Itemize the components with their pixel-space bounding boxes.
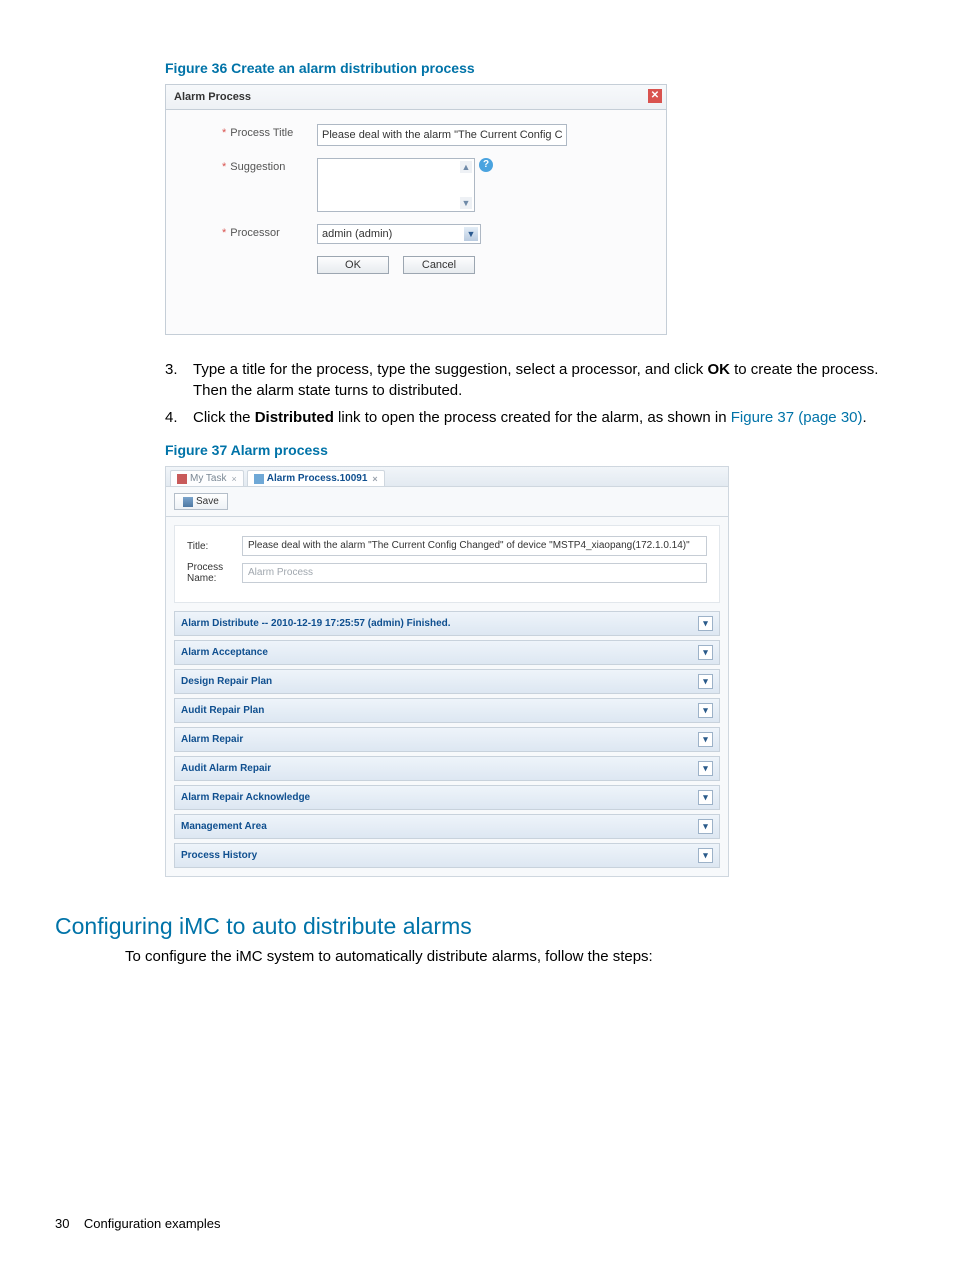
scroll-up-icon[interactable]: ▲ xyxy=(460,161,472,173)
tab-close-icon[interactable]: × xyxy=(372,474,377,484)
chevron-down-icon[interactable]: ▾ xyxy=(698,645,713,660)
alarm-process-panel: My Task × Alarm Process.10091 × Save Tit… xyxy=(165,466,729,877)
chevron-down-icon: ▼ xyxy=(464,227,478,241)
process-title-label: *Process Title xyxy=(222,124,317,139)
process-icon xyxy=(254,474,264,484)
chevron-down-icon[interactable]: ▾ xyxy=(698,616,713,631)
step-bar-alarm-acceptance[interactable]: Alarm Acceptance▾ xyxy=(174,640,720,665)
page-number: 30 xyxy=(55,1216,69,1231)
step-bar-audit-alarm-repair[interactable]: Audit Alarm Repair▾ xyxy=(174,756,720,781)
processor-select[interactable]: admin (admin) ▼ xyxy=(317,224,481,244)
chevron-down-icon[interactable]: ▾ xyxy=(698,674,713,689)
tab-alarm-process[interactable]: Alarm Process.10091 × xyxy=(247,470,385,486)
step-bar-design-repair-plan[interactable]: Design Repair Plan▾ xyxy=(174,669,720,694)
suggestion-textarea[interactable]: ▲ ▼ xyxy=(317,158,475,212)
dialog-title-bar: Alarm Process ✕ xyxy=(166,85,666,110)
dialog-title-text: Alarm Process xyxy=(174,91,251,103)
step-4-text: Click the Distributed link to open the p… xyxy=(193,407,899,428)
chevron-down-icon[interactable]: ▾ xyxy=(698,703,713,718)
processor-label: *Processor xyxy=(222,224,317,239)
cancel-button[interactable]: Cancel xyxy=(403,256,475,274)
process-name-field[interactable]: Alarm Process xyxy=(242,563,707,583)
section-body: To configure the iMC system to automatic… xyxy=(125,948,899,965)
step-3-number: 3. xyxy=(165,359,193,401)
process-title-input[interactable] xyxy=(317,124,567,146)
step-4-number: 4. xyxy=(165,407,193,428)
tab-my-task[interactable]: My Task × xyxy=(170,470,244,486)
page-footer: 30 Configuration examples xyxy=(55,1216,221,1231)
alarm-process-dialog: Alarm Process ✕ *Process Title *Suggesti… xyxy=(165,84,667,335)
title-field[interactable]: Please deal with the alarm "The Current … xyxy=(242,536,707,556)
section-heading: Configuring iMC to auto distribute alarm… xyxy=(55,913,899,940)
chevron-down-icon[interactable]: ▾ xyxy=(698,819,713,834)
save-icon xyxy=(183,497,193,507)
process-name-label: Process Name: xyxy=(187,562,242,584)
save-button[interactable]: Save xyxy=(174,493,228,510)
chevron-down-icon[interactable]: ▾ xyxy=(698,761,713,776)
processor-select-value: admin (admin) xyxy=(322,228,392,240)
footer-title: Configuration examples xyxy=(84,1216,221,1231)
suggestion-label: *Suggestion xyxy=(222,158,317,173)
step-3-text: Type a title for the process, type the s… xyxy=(193,359,899,401)
ok-button[interactable]: OK xyxy=(317,256,389,274)
figure-37-caption: Figure 37 Alarm process xyxy=(165,442,899,458)
step-bar-alarm-repair-ack[interactable]: Alarm Repair Acknowledge▾ xyxy=(174,785,720,810)
figure-36-caption: Figure 36 Create an alarm distribution p… xyxy=(165,60,899,76)
step-bar-process-history[interactable]: Process History▾ xyxy=(174,843,720,868)
chevron-down-icon[interactable]: ▾ xyxy=(698,848,713,863)
chevron-down-icon[interactable]: ▾ xyxy=(698,732,713,747)
scroll-down-icon[interactable]: ▼ xyxy=(460,197,472,209)
close-icon[interactable]: ✕ xyxy=(648,89,662,103)
task-icon xyxy=(177,474,187,484)
step-bar-alarm-distribute[interactable]: Alarm Distribute -- 2010-12-19 17:25:57 … xyxy=(174,611,720,636)
step-bar-management-area[interactable]: Management Area▾ xyxy=(174,814,720,839)
tab-close-icon[interactable]: × xyxy=(232,474,237,484)
figure-37-link[interactable]: Figure 37 (page 30) xyxy=(731,409,863,426)
title-label: Title: xyxy=(187,541,242,552)
step-bar-alarm-repair[interactable]: Alarm Repair▾ xyxy=(174,727,720,752)
help-icon[interactable]: ? xyxy=(479,158,493,172)
step-bar-audit-repair-plan[interactable]: Audit Repair Plan▾ xyxy=(174,698,720,723)
chevron-down-icon[interactable]: ▾ xyxy=(698,790,713,805)
